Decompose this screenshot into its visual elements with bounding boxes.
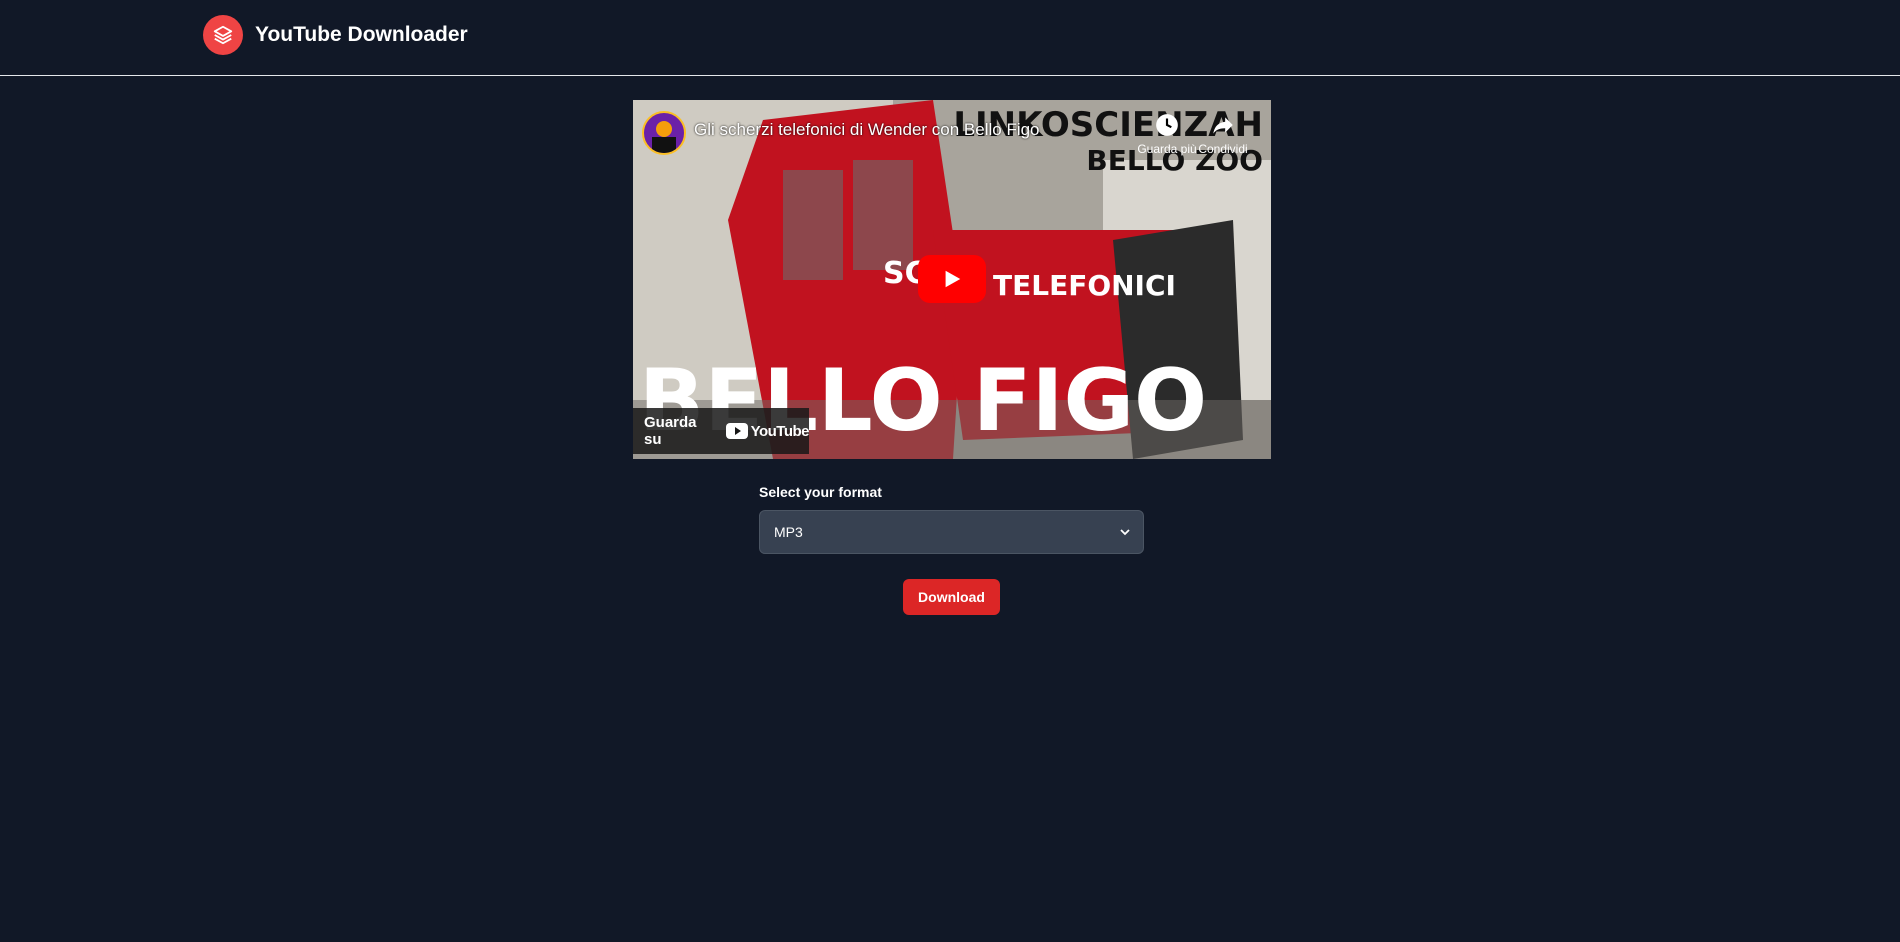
video-title[interactable]: Gli scherzi telefonici di Wender con Bel… xyxy=(694,120,1040,140)
format-label: Select your format xyxy=(759,484,882,500)
youtube-logo: YouTube xyxy=(725,422,810,440)
play-icon xyxy=(945,270,961,288)
app-title: YouTube Downloader xyxy=(255,23,468,46)
share-icon xyxy=(1213,117,1233,134)
format-form: Select your format MP3 xyxy=(759,484,1144,554)
watch-on-label: Guarda su xyxy=(644,414,697,448)
thumb-text-mid-right: TELEFONICI xyxy=(993,269,1176,302)
youtube-brand-text: YouTube xyxy=(750,422,810,440)
share-label: Condividi xyxy=(1198,142,1248,156)
watch-on-youtube[interactable]: Guarda su YouTube xyxy=(633,408,810,454)
youtube-play-icon xyxy=(725,423,748,439)
play-button[interactable] xyxy=(918,255,986,303)
channel-avatar[interactable] xyxy=(642,111,686,155)
top-navbar: YouTube Downloader xyxy=(0,0,1900,76)
clock-icon xyxy=(1156,114,1178,136)
video-embed[interactable]: LINKOSCIENZAH BELLO ZOO SC TELEFONICI BE… xyxy=(633,100,1271,459)
chevron-down-icon xyxy=(1120,529,1130,536)
format-select[interactable]: MP3 xyxy=(759,510,1144,554)
format-selected-value: MP3 xyxy=(774,524,803,540)
layers-icon xyxy=(203,15,243,55)
brand[interactable]: YouTube Downloader xyxy=(203,15,468,55)
share-control[interactable]: Condividi xyxy=(1188,112,1258,156)
download-button[interactable]: Download xyxy=(903,579,1000,615)
